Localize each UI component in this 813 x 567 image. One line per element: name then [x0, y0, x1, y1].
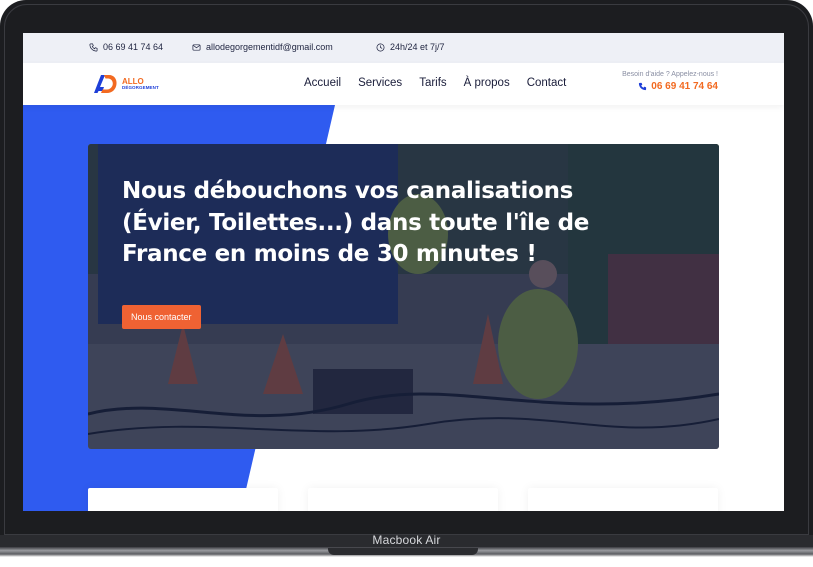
service-card[interactable]: [308, 488, 498, 511]
clock-icon: [376, 43, 385, 51]
website-screen: 06 69 41 74 64 allodegorgementidf@gmail.…: [23, 33, 784, 511]
help-phone-number: 06 69 41 74 64: [651, 81, 718, 92]
nav-link-accueil[interactable]: Accueil: [304, 77, 341, 89]
logo-ad-icon: [94, 75, 117, 93]
service-card[interactable]: [528, 488, 718, 511]
hero-banner: Nous débouchons vos canalisations (Évier…: [88, 144, 719, 449]
contact-cta-button[interactable]: Nous contacter: [122, 305, 201, 329]
topbar-phone[interactable]: 06 69 41 74 64: [89, 42, 163, 52]
topbar-hours-text: 24h/24 et 7j/7: [390, 42, 445, 52]
nav-link-services[interactable]: Services: [358, 77, 402, 89]
logo-line-2: DÉGORGEMENT: [122, 84, 159, 90]
nav-link-contact[interactable]: Contact: [527, 77, 567, 89]
site-logo[interactable]: ALLO DÉGORGEMENT: [92, 73, 159, 95]
laptop-frame: 06 69 41 74 64 allodegorgementidf@gmail.…: [0, 0, 813, 535]
topbar-phone-text: 06 69 41 74 64: [103, 42, 164, 52]
nav-link-a-propos[interactable]: À propos: [464, 77, 510, 89]
help-phone-link[interactable]: 06 69 41 74 64: [622, 81, 718, 92]
phone-icon: [639, 82, 647, 91]
main-navbar: ALLO DÉGORGEMENT Accueil Services Tarifs…: [23, 63, 784, 105]
nav-link-tarifs[interactable]: Tarifs: [419, 77, 446, 89]
help-label: Besoin d'aide ? Appelez-nous !: [622, 71, 718, 78]
nav-links: Accueil Services Tarifs À propos Contact: [304, 77, 566, 89]
device-label: Macbook Air: [372, 533, 441, 547]
help-call-block: Besoin d'aide ? Appelez-nous ! 06 69 41 …: [622, 71, 718, 92]
hero-title: Nous débouchons vos canalisations (Évier…: [122, 178, 590, 268]
topbar-email[interactable]: allodegorgementidf@gmail.com: [192, 42, 333, 52]
laptop-notch: [328, 548, 478, 555]
topbar-hours: 24h/24 et 7j/7: [376, 42, 445, 52]
topbar-email-text: allodegorgementidf@gmail.com: [206, 42, 333, 52]
contact-topbar: 06 69 41 74 64 allodegorgementidf@gmail.…: [23, 33, 784, 63]
mail-icon: [192, 43, 201, 51]
phone-icon: [89, 43, 98, 51]
service-card[interactable]: [88, 488, 278, 511]
